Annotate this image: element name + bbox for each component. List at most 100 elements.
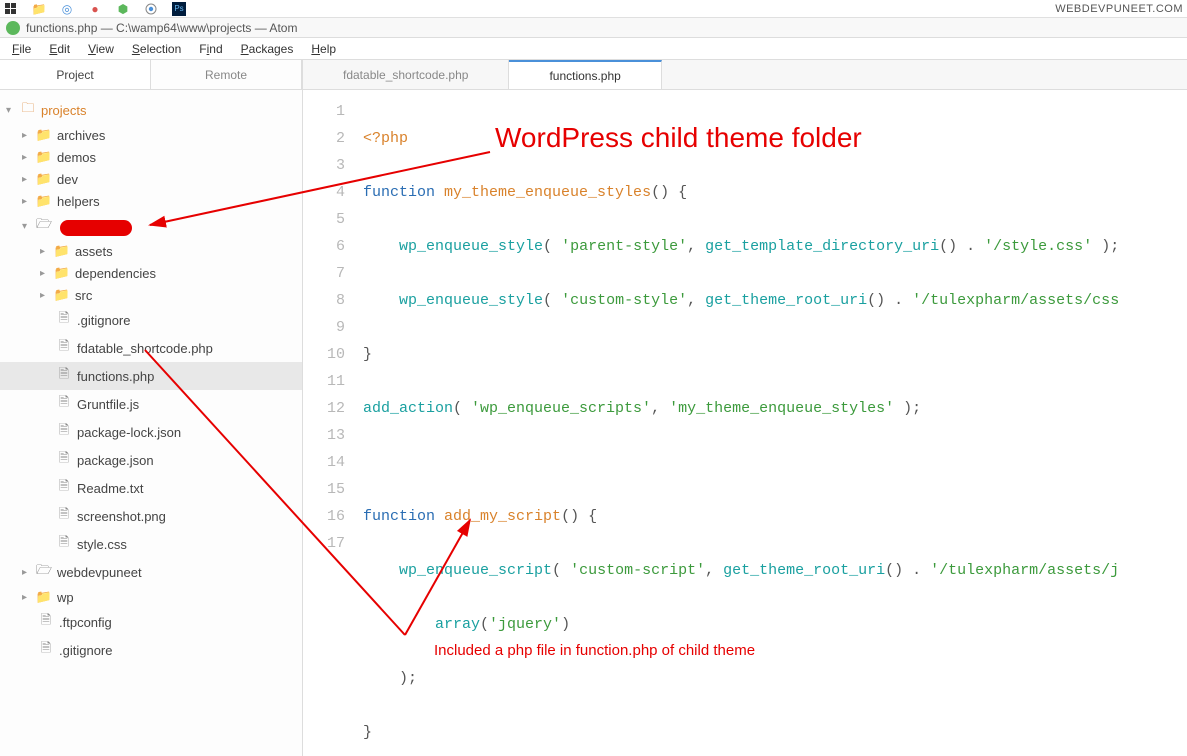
file-icon: 🗎 <box>56 309 72 331</box>
tree-item-screenshot[interactable]: 🗎 screenshot.png <box>0 502 302 530</box>
file-icon: 🗎 <box>56 533 72 555</box>
tree-label: .ftpconfig <box>59 615 112 630</box>
code-content[interactable]: <?php function my_theme_enqueue_styles()… <box>357 90 1187 756</box>
folder-icon: 📁 <box>36 589 52 605</box>
tree-label: functions.php <box>77 369 154 384</box>
tree-item-redacted[interactable]: ▾ 🗁 <box>0 212 302 240</box>
panel-tab-remote[interactable]: Remote <box>151 60 302 89</box>
chevron-down-icon: ▾ <box>22 221 34 232</box>
menu-file[interactable]: File <box>4 40 39 58</box>
chevron-right-icon: ▸ <box>22 567 34 578</box>
editor-tabs: fdatable_shortcode.php functions.php <box>303 60 1187 90</box>
chevron-right-icon: ▸ <box>22 592 34 603</box>
file-icon: 🗎 <box>38 639 54 661</box>
chevron-right-icon: ▸ <box>22 152 34 163</box>
tree-label: fdatable_shortcode.php <box>77 341 213 356</box>
chrome-icon[interactable] <box>144 2 158 16</box>
editor-tab-functions[interactable]: functions.php <box>509 60 661 89</box>
photoshop-icon[interactable]: Ps <box>172 2 186 16</box>
folder-icon: 📁 <box>36 149 52 165</box>
tree-label: dev <box>57 172 78 187</box>
chrome-dev-icon[interactable]: ◎ <box>60 2 74 16</box>
chevron-right-icon: ▸ <box>40 246 52 257</box>
os-taskbar: 📁 ◎ ● ⬢ Ps WEBDEVPUNEET.COM <box>0 0 1187 18</box>
folder-icon: 📁 <box>54 243 70 259</box>
tree-label: style.css <box>77 537 127 552</box>
tree-label: dependencies <box>75 266 156 281</box>
menu-view[interactable]: View <box>80 40 122 58</box>
chevron-right-icon: ▸ <box>40 290 52 301</box>
code-editor[interactable]: 1234567891011121314151617 <?php function… <box>303 90 1187 756</box>
atom-app-icon <box>6 21 20 35</box>
tree-label: wp <box>57 590 74 605</box>
menu-edit[interactable]: Edit <box>41 40 78 58</box>
windows-start-icon[interactable] <box>4 2 18 16</box>
chevron-right-icon: ▸ <box>22 196 34 207</box>
tree-item-src[interactable]: ▸ 📁 src <box>0 284 302 306</box>
tree-item-demos[interactable]: ▸ 📁 demos <box>0 146 302 168</box>
editor-tab-fdatable[interactable]: fdatable_shortcode.php <box>303 60 509 89</box>
chevron-right-icon: ▸ <box>22 174 34 185</box>
file-icon: 🗎 <box>56 393 72 415</box>
tree-item-functions[interactable]: 🗎 functions.php <box>0 362 302 390</box>
sidebar: Project Remote ▾ 🗀 projects ▸ 📁 archives… <box>0 60 303 756</box>
tree-label: .gitignore <box>77 313 130 328</box>
tree-label: archives <box>57 128 105 143</box>
tree-item-helpers[interactable]: ▸ 📁 helpers <box>0 190 302 212</box>
titlebar: functions.php — C:\wamp64\www\projects —… <box>0 18 1187 38</box>
file-icon: 🗎 <box>56 449 72 471</box>
file-icon: 🗎 <box>56 477 72 499</box>
tree-item-assets[interactable]: ▸ 📁 assets <box>0 240 302 262</box>
tree-label: helpers <box>57 194 100 209</box>
menu-find[interactable]: Find <box>191 40 230 58</box>
tree-item-stylecss[interactable]: 🗎 style.css <box>0 530 302 558</box>
tree-item-readme[interactable]: 🗎 Readme.txt <box>0 474 302 502</box>
tree-item-gitignore2[interactable]: 🗎 .gitignore <box>0 636 302 664</box>
tree-label: Readme.txt <box>77 481 143 496</box>
file-icon: 🗎 <box>56 365 72 387</box>
chevron-right-icon: ▸ <box>22 130 34 141</box>
tree-item-fdatable[interactable]: 🗎 fdatable_shortcode.php <box>0 334 302 362</box>
file-tree: ▾ 🗀 projects ▸ 📁 archives ▸ 📁 demos ▸ 📁 … <box>0 90 302 756</box>
tree-label: demos <box>57 150 96 165</box>
watermark: WEBDEVPUNEET.COM <box>1055 3 1183 15</box>
gutter: 1234567891011121314151617 <box>303 90 357 756</box>
editor-area: fdatable_shortcode.php functions.php 123… <box>303 60 1187 756</box>
folder-icon: 🗀 <box>20 99 36 121</box>
tree-item-packagelock[interactable]: 🗎 package-lock.json <box>0 418 302 446</box>
tree-item-ftpconfig[interactable]: 🗎 .ftpconfig <box>0 608 302 636</box>
menu-packages[interactable]: Packages <box>233 40 302 58</box>
atom-icon[interactable]: ⬢ <box>116 2 130 16</box>
tree-item-dependencies[interactable]: ▸ 📁 dependencies <box>0 262 302 284</box>
tree-item-gitignore[interactable]: 🗎 .gitignore <box>0 306 302 334</box>
tree-item-archives[interactable]: ▸ 📁 archives <box>0 124 302 146</box>
tree-label: src <box>75 288 92 303</box>
tree-root[interactable]: ▾ 🗀 projects <box>0 96 302 124</box>
tree-item-wp[interactable]: ▸ 📁 wp <box>0 586 302 608</box>
explorer-icon[interactable]: 📁 <box>32 2 46 16</box>
tree-item-package[interactable]: 🗎 package.json <box>0 446 302 474</box>
tree-item-webdevpuneet[interactable]: ▸ 🗁 webdevpuneet <box>0 558 302 586</box>
app-icon-red[interactable]: ● <box>88 2 102 16</box>
chevron-right-icon: ▸ <box>40 268 52 279</box>
menu-selection[interactable]: Selection <box>124 40 189 58</box>
file-icon: 🗎 <box>56 505 72 527</box>
tree-label: Gruntfile.js <box>77 397 139 412</box>
tree-item-dev[interactable]: ▸ 📁 dev <box>0 168 302 190</box>
folder-icon: 🗁 <box>36 215 52 237</box>
tree-label: assets <box>75 244 113 259</box>
menu-help[interactable]: Help <box>303 40 344 58</box>
file-icon: 🗎 <box>56 421 72 443</box>
tree-label: projects <box>41 103 87 118</box>
menubar: File Edit View Selection Find Packages H… <box>0 38 1187 60</box>
tree-label: screenshot.png <box>77 509 166 524</box>
folder-icon: 🗁 <box>36 561 52 583</box>
tree-item-gruntfile[interactable]: 🗎 Gruntfile.js <box>0 390 302 418</box>
tree-label: .gitignore <box>59 643 112 658</box>
file-icon: 🗎 <box>38 611 54 633</box>
panel-tab-project[interactable]: Project <box>0 60 151 89</box>
folder-icon: 📁 <box>54 287 70 303</box>
folder-icon: 📁 <box>54 265 70 281</box>
window-title: functions.php — C:\wamp64\www\projects —… <box>26 21 297 35</box>
tree-label: webdevpuneet <box>57 565 142 580</box>
